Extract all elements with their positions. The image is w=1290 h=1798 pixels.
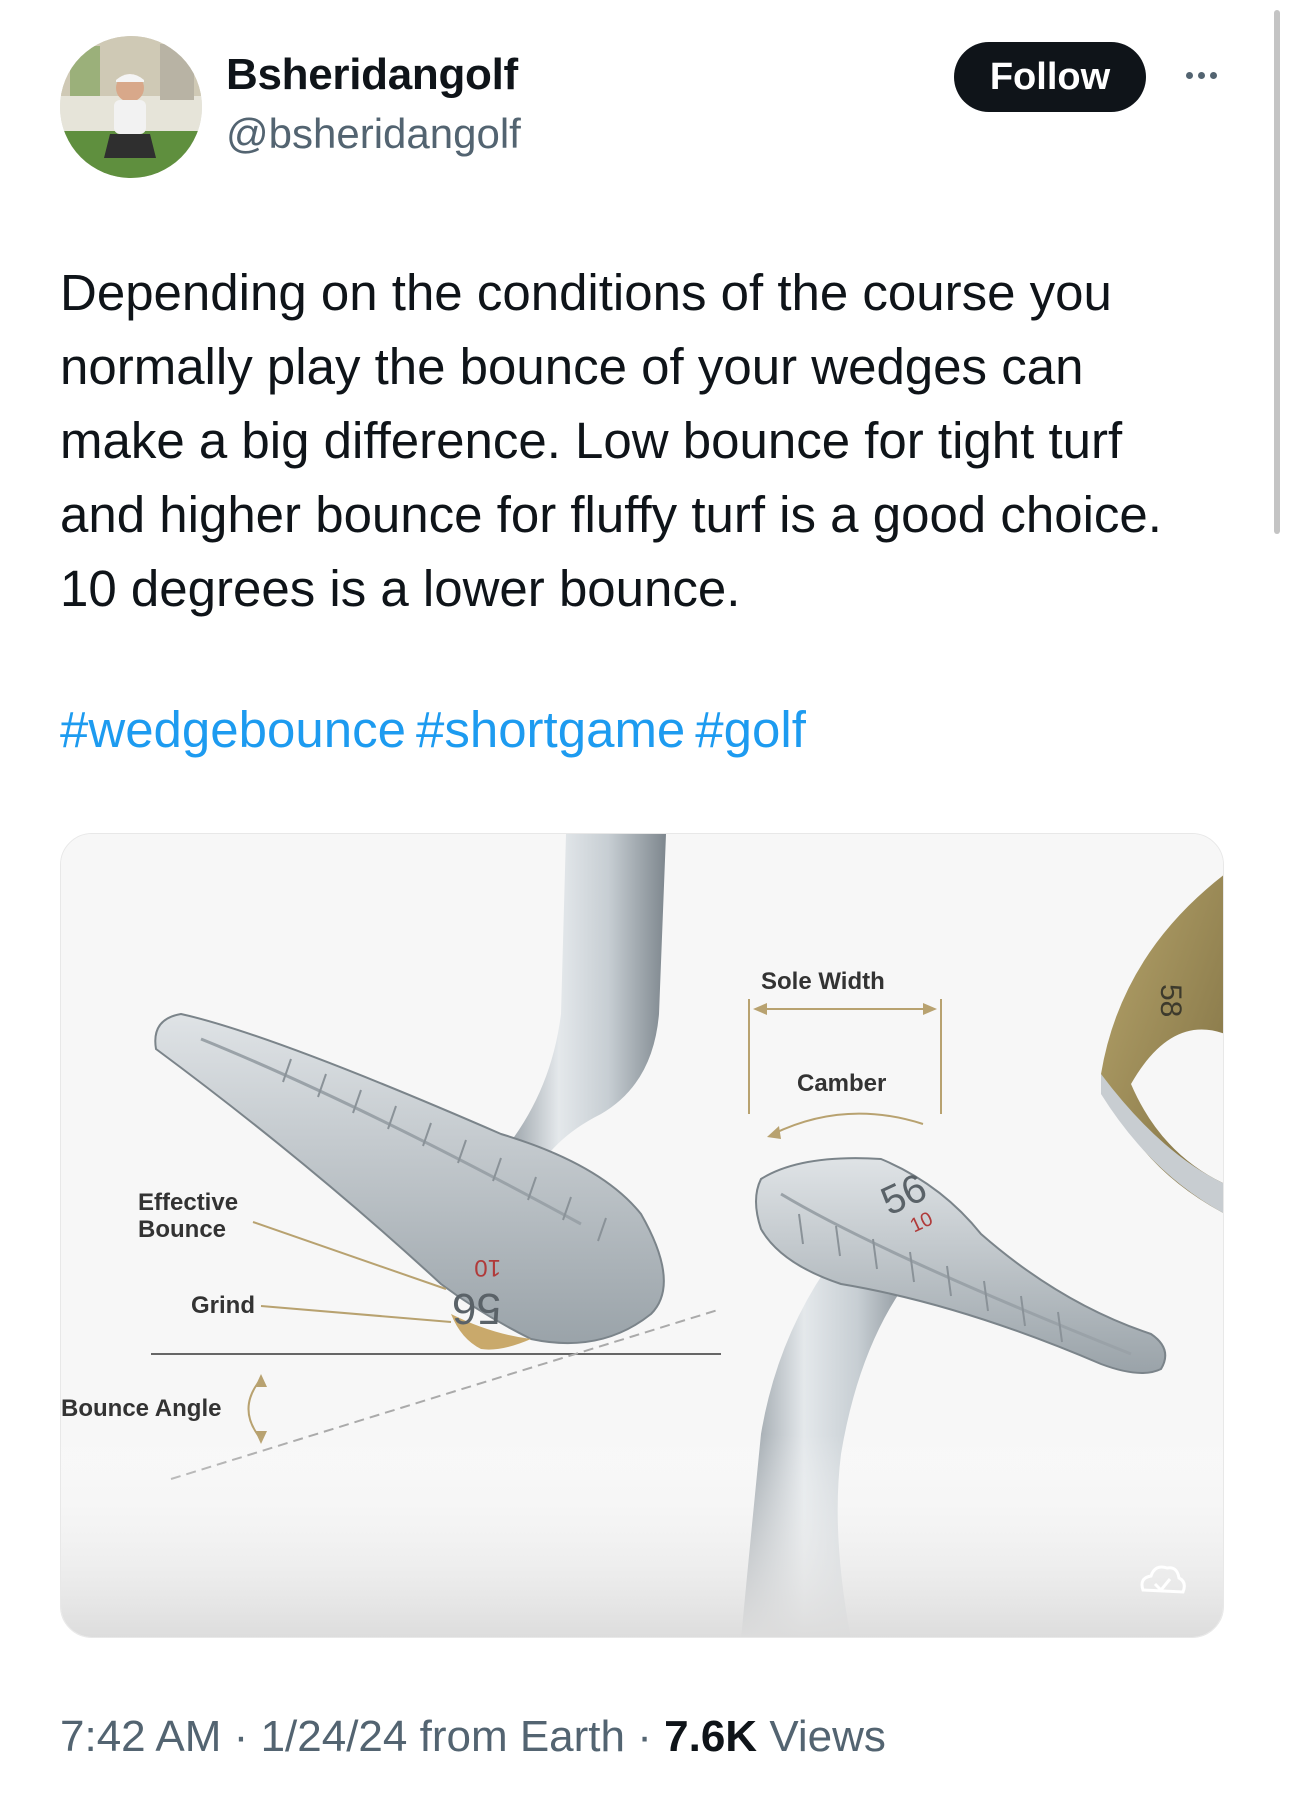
tweet-image[interactable]: 56 10 Effective Bounce Grind Bounce Angl…: [60, 833, 1224, 1638]
scrollbar[interactable]: [1274, 10, 1280, 534]
tweet-location: from Earth: [419, 1712, 625, 1761]
author-handle[interactable]: @bsheridangolf: [226, 110, 521, 158]
hashtag-link[interactable]: #shortgame: [416, 701, 685, 758]
follow-button[interactable]: Follow: [954, 42, 1146, 112]
separator: ·: [233, 1712, 249, 1761]
wedge-diagram: 56 10 Effective Bounce Grind Bounce Angl…: [61, 834, 1223, 1637]
tweet-time[interactable]: 7:42 AM: [60, 1712, 221, 1761]
club-loft-marking-gold: 58: [1154, 984, 1187, 1017]
tweet-text: Depending on the conditions of the cours…: [60, 264, 1162, 617]
label-sole-width: Sole Width: [761, 968, 885, 995]
hashtag-link[interactable]: #golf: [695, 701, 806, 758]
label-camber: Camber: [797, 1070, 886, 1097]
label-effective-bounce-2: Bounce: [138, 1216, 226, 1243]
tweet-meta: 7:42 AM · 1/24/24 from Earth · 7.6K View…: [60, 1712, 886, 1762]
label-effective-bounce-1: Effective: [138, 1189, 238, 1216]
author-name[interactable]: Bsheridangolf: [226, 50, 518, 100]
tweet-date[interactable]: 1/24/24: [261, 1712, 408, 1761]
hashtags: #wedgebounce #shortgame #golf: [60, 693, 816, 767]
hashtag-link[interactable]: #wedgebounce: [60, 701, 406, 758]
avatar[interactable]: [60, 36, 202, 178]
label-grind: Grind: [191, 1292, 255, 1319]
club-loft-marking: 56: [452, 1284, 501, 1333]
club-bounce-marking: 10: [474, 1254, 501, 1281]
label-bounce-angle: Bounce Angle: [61, 1395, 221, 1422]
views-count: 7.6K: [664, 1712, 758, 1761]
views-label: Views: [769, 1712, 886, 1761]
separator: ·: [637, 1712, 652, 1761]
more-options-icon[interactable]: [1176, 60, 1226, 90]
